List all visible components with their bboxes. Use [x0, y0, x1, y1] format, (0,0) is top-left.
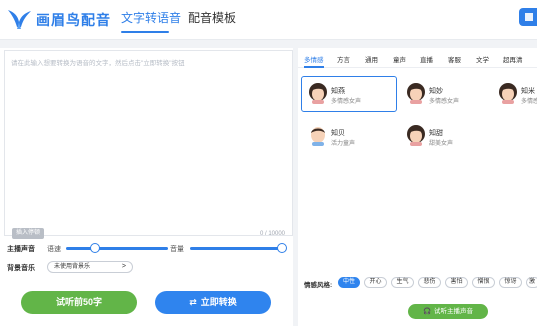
voice-card[interactable]: 知燕 多情感女声	[301, 76, 397, 112]
voice-name: 知燕	[331, 88, 345, 95]
listen-voice-button[interactable]: 🎧 试听主播声音	[408, 304, 488, 319]
tab-category-literature[interactable]: 文学	[476, 54, 489, 64]
headphones-icon: 🎧	[422, 308, 432, 315]
app-header: 画眉鸟配音 文字转语音 配音模板	[0, 0, 537, 40]
emotion-chip-excited[interactable]: 激	[526, 277, 537, 288]
female-avatar-icon	[407, 125, 425, 146]
character-count: 0 / 10000	[260, 231, 286, 237]
tab-category-general[interactable]: 通用	[365, 54, 378, 64]
editor-panel: 请在此输入想要转换为语音的文字，然后点击"立即转换"按钮 0 / 10000 插…	[0, 48, 293, 326]
tab-category-child[interactable]: 童声	[393, 54, 406, 64]
tab-category-ultra-clear[interactable]: 超再清	[503, 54, 523, 64]
convert-button-label: 立即转换	[200, 297, 237, 307]
voice-name: 知甜	[429, 130, 443, 137]
voice-description: 多情感女	[521, 99, 537, 105]
listen-voice-label: 试听主播声音	[434, 308, 474, 315]
windows-download-button[interactable]	[519, 8, 537, 26]
tab-dubbing-templates[interactable]: 配音模板	[188, 9, 236, 26]
bird-logo-icon	[8, 10, 31, 29]
windows-icon	[525, 13, 533, 21]
emotion-chip-neutral[interactable]: 中性	[338, 277, 360, 288]
emotion-chip-happy[interactable]: 开心	[364, 277, 387, 288]
child-avatar-icon	[311, 127, 325, 146]
volume-slider-track[interactable]	[190, 247, 282, 250]
voice-name: 知妙	[429, 88, 443, 95]
volume-slider-thumb[interactable]	[277, 243, 287, 253]
voice-name: 知米	[521, 88, 535, 95]
speed-slider-track[interactable]	[66, 247, 168, 250]
swap-arrows-icon: ⇄	[189, 297, 197, 307]
tab-category-emotion[interactable]: 多情感	[304, 54, 324, 64]
emotion-chip-hate[interactable]: 憎恨	[472, 277, 495, 288]
voice-card[interactable]: 知甜 甜美女声	[399, 118, 495, 154]
voice-description: 多情感女声	[331, 99, 362, 105]
female-avatar-icon	[309, 83, 327, 104]
bgm-select-value: 未使用背景乐	[54, 264, 91, 270]
bgm-label: 背景音乐	[7, 265, 35, 272]
emotion-chip-angry[interactable]: 生气	[391, 277, 414, 288]
speed-slider-thumb[interactable]	[89, 243, 100, 253]
emotion-style-label: 情感风格:	[304, 282, 333, 289]
tab-category-dialect[interactable]: 方言	[337, 54, 350, 64]
emotion-chip-fear[interactable]: 害怕	[445, 277, 468, 288]
emotion-chip-sad[interactable]: 悲伤	[418, 277, 441, 288]
tab-category-service[interactable]: 客服	[448, 54, 461, 64]
voice-description: 甜美女声	[429, 141, 454, 147]
volume-label: 音量	[170, 246, 184, 253]
voice-category-tabs: 多情感 方言 通用 童声 直播 客服 文学 超再清	[298, 48, 537, 68]
voice-name: 知贝	[331, 130, 345, 137]
female-avatar-icon	[407, 83, 425, 104]
voice-label: 主播声音	[7, 246, 35, 253]
active-category-indicator	[304, 66, 324, 68]
female-avatar-icon	[499, 83, 517, 104]
text-input-area[interactable]: 请在此输入想要转换为语音的文字，然后点击"立即转换"按钮 0 / 10000 插…	[4, 50, 293, 239]
brand-name: 画眉鸟配音	[36, 12, 111, 28]
insert-pause-button[interactable]: 插入停顿	[12, 228, 45, 239]
preview-button[interactable]: 试听前50字	[21, 291, 137, 314]
voice-description: 活力童声	[331, 141, 356, 147]
speed-label: 语速	[47, 246, 61, 253]
convert-button[interactable]: ⇄ 立即转换	[155, 291, 271, 314]
voice-card[interactable]: 知妙 多情感女声	[399, 76, 495, 112]
emotion-chip-surprise[interactable]: 惊讶	[499, 277, 522, 288]
voice-card[interactable]: 知米 多情感女	[491, 76, 537, 112]
text-input-placeholder: 请在此输入想要转换为语音的文字，然后点击"立即转换"按钮	[11, 60, 185, 67]
voice-panel: 多情感 方言 通用 童声 直播 客服 文学 超再清 知燕 多情感女声 知妙 多情…	[298, 48, 537, 326]
chevron-right-icon: >	[121, 263, 126, 270]
bgm-select[interactable]: 未使用背景乐 >	[47, 261, 133, 273]
tab-category-live[interactable]: 直播	[420, 54, 433, 64]
tab-text-to-speech[interactable]: 文字转语音	[121, 9, 181, 26]
voice-card[interactable]: 知贝 活力童声	[301, 118, 397, 154]
voice-description: 多情感女声	[429, 99, 460, 105]
active-tab-indicator	[121, 31, 169, 33]
